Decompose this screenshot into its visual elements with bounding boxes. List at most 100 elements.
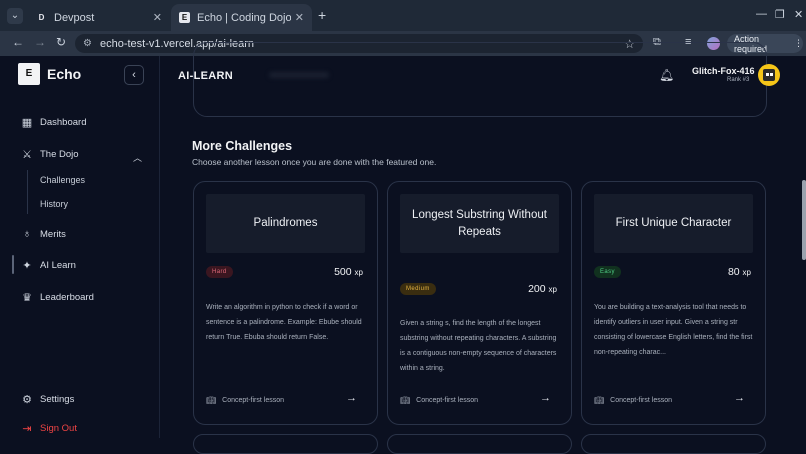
back-icon[interactable]: ← xyxy=(12,35,24,49)
avatar-eye xyxy=(766,73,769,76)
xp-reward: 200 xp xyxy=(528,283,557,295)
challenge-card-partial[interactable] xyxy=(193,434,378,454)
main-content: AI-LEARN 🔔︎ Glitch-Fox-416 Rank #3 More … xyxy=(161,42,806,454)
challenge-title: First Unique Character xyxy=(594,194,753,253)
minimize-icon[interactable]: — xyxy=(756,8,767,20)
sidebar-item-merits[interactable]: ♁ Merits xyxy=(20,228,66,240)
more-menu-icon: ⋮ xyxy=(794,38,803,48)
page-title: AI-LEARN xyxy=(178,70,233,82)
sidebar-item-ai-learn[interactable]: ✦ AI Learn xyxy=(20,259,76,272)
difficulty-badge: Hard xyxy=(206,266,233,278)
challenge-card-longest-substring[interactable]: Longest Substring Without Repeats Medium… xyxy=(387,181,572,425)
challenge-description: Write an algorithm in python to check if… xyxy=(206,304,362,341)
sidebar-item-leaderboard[interactable]: ♛ Leaderboard xyxy=(20,291,94,304)
arrow-right-icon[interactable]: → xyxy=(734,392,745,404)
book-icon: 📖︎ xyxy=(594,396,605,405)
challenge-card-first-unique-character[interactable]: First Unique Character Easy 80 xp You ar… xyxy=(581,181,766,425)
browser-tab-devpost[interactable]: D Devpost ✕ xyxy=(28,4,170,31)
site-info-icon[interactable]: ⚙ xyxy=(83,38,92,49)
avatar-eye xyxy=(770,73,773,76)
sidebar-subitem-history[interactable]: History xyxy=(40,199,68,209)
active-indicator xyxy=(12,255,14,274)
book-icon: 📖︎ xyxy=(206,396,217,405)
challenge-card-palindromes[interactable]: Palindromes Hard 500 xp Write an algorit… xyxy=(193,181,378,425)
sidebar-item-label: Leaderboard xyxy=(40,292,94,303)
restore-icon[interactable]: ❐ xyxy=(775,8,785,21)
xp-value: 500 xyxy=(334,266,352,278)
xp-unit: xp xyxy=(354,268,363,277)
lesson-type: 📖︎ Concept-first lesson xyxy=(400,396,478,405)
forward-icon[interactable]: → xyxy=(34,35,46,49)
sidebar-item-settings[interactable]: ⚙ Settings xyxy=(20,393,74,406)
sidebar-item-label: The Dojo xyxy=(40,149,79,160)
arrow-right-icon[interactable]: → xyxy=(346,392,357,404)
sidebar-subitem-challenges[interactable]: Challenges xyxy=(40,175,85,185)
lesson-type: 📖︎ Concept-first lesson xyxy=(206,396,284,405)
gear-icon: ⚙ xyxy=(22,394,32,406)
reload-icon[interactable]: ↻ xyxy=(56,35,66,49)
tab-search-button[interactable]: ⌄ xyxy=(7,8,23,24)
new-tab-icon[interactable]: + xyxy=(318,7,326,23)
user-name: Glitch-Fox-416 xyxy=(692,66,755,76)
challenge-title: Longest Substring Without Repeats xyxy=(400,194,559,253)
arrow-right-icon[interactable]: → xyxy=(540,392,551,404)
xp-unit: xp xyxy=(548,285,557,294)
close-window-icon[interactable]: ✕ xyxy=(794,8,803,21)
xp-value: 200 xyxy=(528,283,546,295)
sidebar-item-the-dojo[interactable]: ⚔ The Dojo xyxy=(20,148,79,161)
difficulty-badge: Medium xyxy=(400,283,436,295)
lesson-type: 📖︎ Concept-first lesson xyxy=(594,396,672,405)
trophy-icon: ♛ xyxy=(22,292,32,304)
lesson-type-label: Concept-first lesson xyxy=(222,397,285,404)
sidebar-item-label: Merits xyxy=(40,228,66,240)
app-name: Echo xyxy=(47,66,82,82)
devpost-favicon: D xyxy=(38,13,45,22)
bell-icon[interactable]: 🔔︎ xyxy=(659,68,674,82)
submenu-divider xyxy=(27,170,28,214)
blurred-text xyxy=(269,72,329,78)
tab-title: Devpost xyxy=(54,11,95,24)
xp-value: 80 xyxy=(727,266,740,278)
xp-reward: 500 xp xyxy=(334,266,363,278)
challenge-description: You are building a text-analysis tool th… xyxy=(594,304,753,356)
challenge-card-partial[interactable] xyxy=(581,434,766,454)
lesson-type-label: Concept-first lesson xyxy=(416,397,479,404)
sparkles-icon: ✦ xyxy=(22,260,32,272)
sidebar-item-label: AI Learn xyxy=(40,260,76,271)
section-title: More Challenges xyxy=(192,139,293,153)
browser-tab-echo[interactable]: E Echo | Coding Dojo and C ✕ xyxy=(171,4,312,31)
avatar-face xyxy=(763,69,775,81)
difficulty-badge: Easy xyxy=(594,266,621,278)
chevron-up-icon[interactable]: ︿ xyxy=(133,151,142,164)
section-subtitle: Choose another lesson once you are done … xyxy=(192,157,437,167)
featured-challenge-card xyxy=(193,42,767,117)
sword-icon: ⚔ xyxy=(22,149,32,161)
user-rank: Rank #3 xyxy=(727,77,750,83)
sidebar-item-dashboard[interactable]: ▦ Dashboard xyxy=(20,116,87,129)
sidebar-item-label: Dashboard xyxy=(40,117,87,128)
app-logo: E xyxy=(18,63,40,85)
challenge-card-partial[interactable] xyxy=(387,434,572,454)
dashboard-icon: ▦ xyxy=(21,117,33,129)
sign-out-icon: ⇥ xyxy=(22,423,32,435)
sidebar-item-label: Settings xyxy=(40,394,75,405)
echo-favicon: E xyxy=(179,12,190,23)
browser-tab-bar: ⌄ D Devpost ✕ E Echo | Coding Dojo and C… xyxy=(0,0,806,31)
xp-reward: 80 xp xyxy=(728,266,751,278)
book-icon: 📖︎ xyxy=(400,396,411,405)
scrollbar-thumb[interactable] xyxy=(802,180,806,260)
close-tab-icon[interactable]: ✕ xyxy=(295,11,304,24)
tab-title: Echo | Coding Dojo and C xyxy=(197,11,291,24)
avatar[interactable] xyxy=(758,64,780,86)
collapse-sidebar-button[interactable]: ‹ xyxy=(124,65,144,85)
lesson-type-label: Concept-first lesson xyxy=(610,397,673,404)
sidebar-item-sign-out[interactable]: ⇥ Sign Out xyxy=(20,422,77,435)
app-root: E Echo ‹ ▦ Dashboard ⚔ The Dojo ︿ Challe… xyxy=(0,42,806,454)
xp-unit: xp xyxy=(742,268,751,277)
medal-icon: ♁ xyxy=(22,228,32,240)
sidebar-item-label: Sign Out xyxy=(40,423,77,434)
close-tab-icon[interactable]: ✕ xyxy=(153,11,162,24)
sidebar: E Echo ‹ ▦ Dashboard ⚔ The Dojo ︿ Challe… xyxy=(0,56,160,438)
challenge-title: Palindromes xyxy=(206,194,365,253)
challenge-description: Given a string s, find the length of the… xyxy=(400,320,557,372)
